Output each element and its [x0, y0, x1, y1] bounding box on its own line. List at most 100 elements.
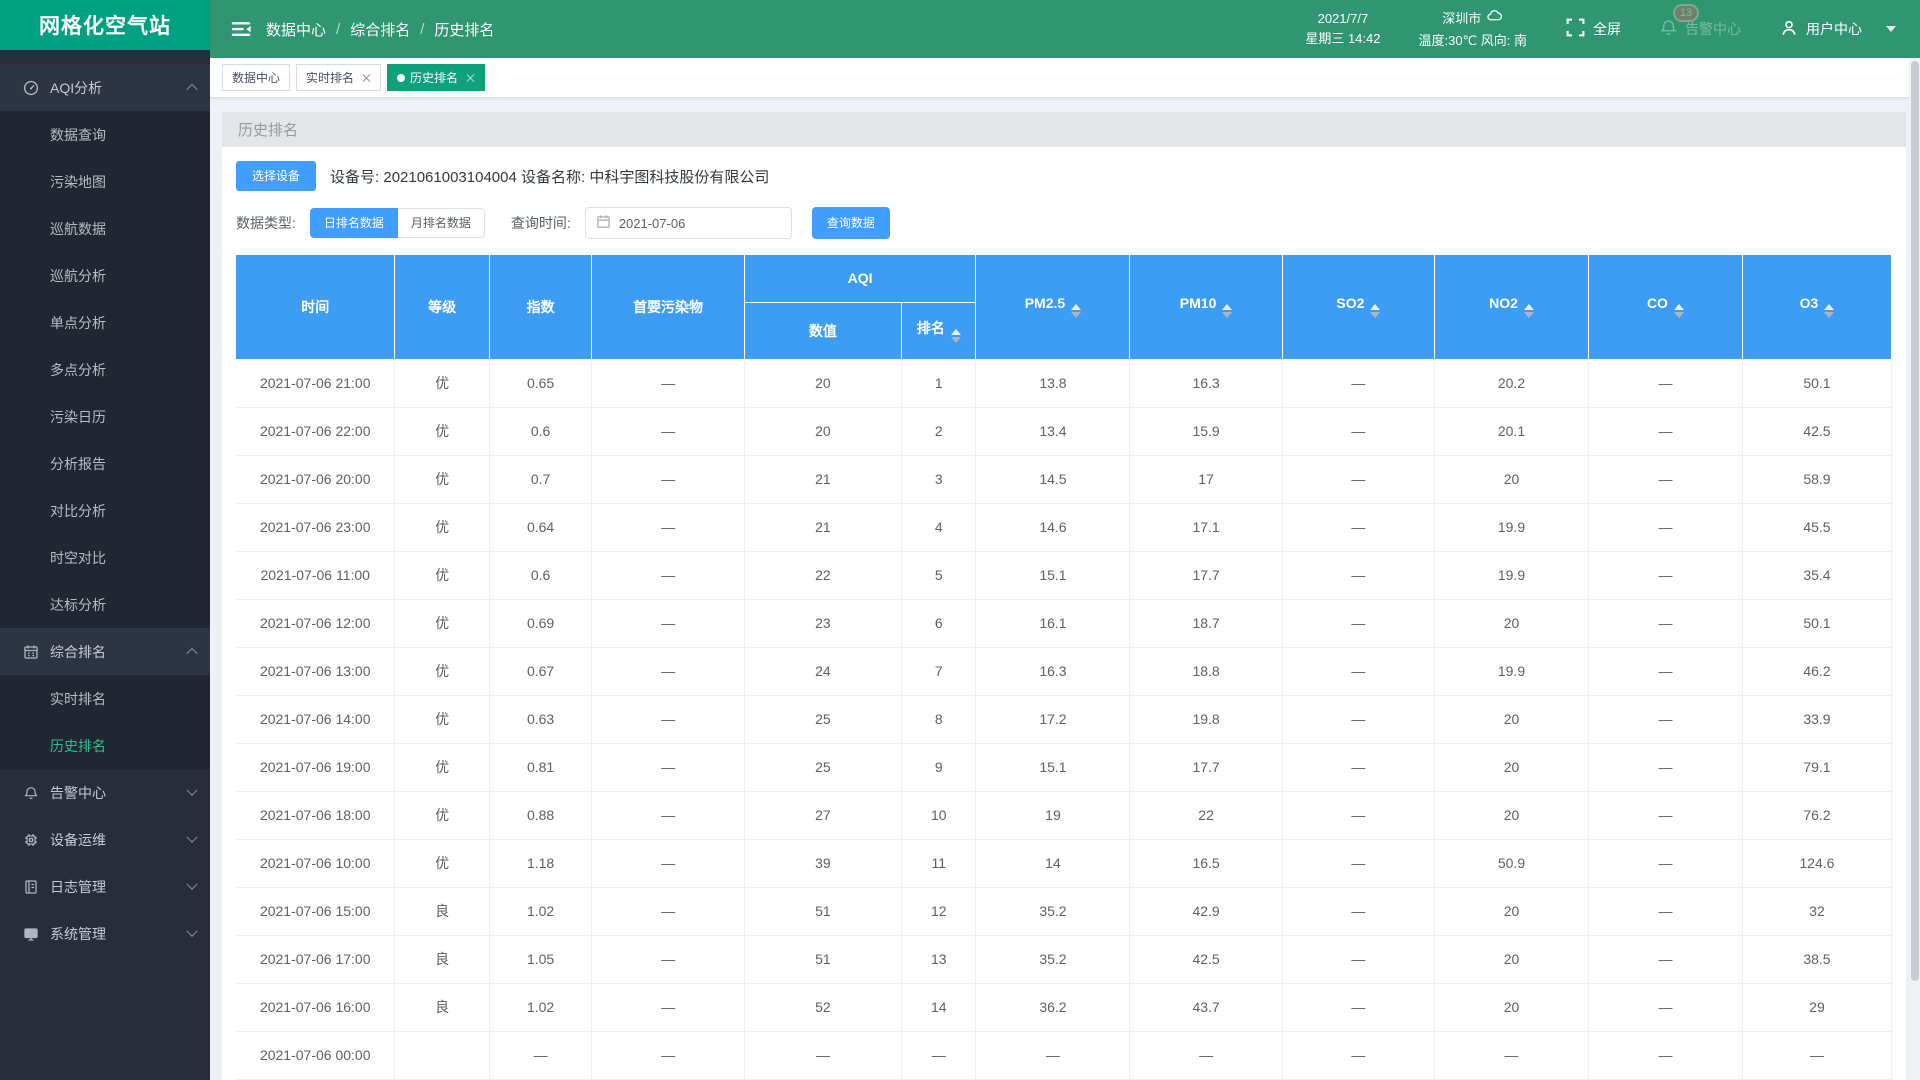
table-cell: —: [1282, 791, 1436, 840]
sidebar-item-aqi-analysis[interactable]: AQI分析: [0, 64, 210, 111]
table-cell: 4: [901, 503, 977, 552]
cloud-icon: [1486, 7, 1503, 30]
app-logo: 网格化空气站: [0, 0, 210, 50]
table-cell: —: [591, 983, 745, 1032]
daily-ranking-button[interactable]: 日排名数据: [309, 208, 398, 238]
sidebar-item-pollution-cal[interactable]: 污染日历: [0, 393, 210, 440]
table-cell: —: [1588, 455, 1743, 504]
tab-label: 实时排名: [306, 71, 355, 85]
sidebar-item-label: 数据查询: [50, 126, 106, 143]
tab-实时排名[interactable]: 实时排名: [296, 64, 382, 91]
column-header-co[interactable]: CO: [1588, 255, 1743, 360]
date-input[interactable]: [618, 215, 781, 231]
table-cell: 1.02: [489, 983, 593, 1032]
column-header-pm10[interactable]: PM10: [1129, 255, 1283, 360]
table-cell: 9: [901, 743, 977, 792]
sidebar-item-multi-point[interactable]: 多点分析: [0, 346, 210, 393]
column-header-so2[interactable]: SO2: [1282, 255, 1436, 360]
table-cell: —: [1588, 551, 1743, 600]
sidebar-item-label: 巡航数据: [50, 220, 106, 237]
sidebar-item-ranking[interactable]: 综合排名: [0, 628, 210, 675]
query-time-label: 查询时间:: [510, 215, 571, 231]
sort-icon[interactable]: [1222, 304, 1233, 319]
table-body: 2021-07-06 21:00 优 0.65—20 1 13.8 16.3—20.2—5…: [236, 359, 1893, 1080]
breadcrumb-item[interactable]: 综合排名: [350, 19, 410, 40]
table-cell: 1.02: [489, 887, 593, 936]
sort-icon[interactable]: [1824, 304, 1835, 319]
column-header-no2[interactable]: NO2: [1434, 255, 1589, 360]
table-cell: —: [489, 1031, 593, 1080]
table-cell: 23: [744, 599, 902, 648]
sort-icon[interactable]: [1523, 304, 1534, 319]
chevron-down-icon[interactable]: [1886, 26, 1896, 32]
column-header-aqi-rank[interactable]: 排名: [901, 302, 977, 360]
table-cell: 20: [1434, 887, 1589, 936]
table-cell: 优: [394, 503, 490, 552]
breadcrumb-item[interactable]: 历史排名: [434, 19, 494, 40]
table-cell: 38.5: [1742, 935, 1893, 984]
close-icon[interactable]: [361, 73, 371, 83]
query-data-button[interactable]: 查询数据: [811, 207, 890, 239]
sidebar-item-realtime-rank[interactable]: 实时排名: [0, 675, 210, 722]
chevron-down-icon: [186, 831, 198, 843]
table-cell: 15.1: [975, 743, 1131, 792]
table-cell: 32: [1742, 887, 1893, 936]
table-cell: —: [591, 695, 745, 744]
sidebar-item-device-ops[interactable]: 设备运维: [0, 816, 210, 863]
sidebar-item-spacetime[interactable]: 时空对比: [0, 534, 210, 581]
user-center-menu[interactable]: 用户中心: [1779, 18, 1862, 41]
table-cell: 0.65: [489, 359, 593, 408]
sort-icon[interactable]: [950, 329, 961, 343]
sidebar-item-standard[interactable]: 达标分析: [0, 581, 210, 628]
active-tab-dot: [397, 73, 406, 82]
sort-icon[interactable]: [1370, 304, 1381, 319]
sidebar-item-cruise-data[interactable]: 巡航数据: [0, 205, 210, 252]
table-cell: 11: [901, 839, 977, 888]
hamburger-icon[interactable]: [224, 12, 258, 46]
fullscreen-button[interactable]: 全屏: [1565, 17, 1621, 41]
date-picker[interactable]: [584, 207, 792, 239]
device-row: 选择设备 设备号: 2021061003104004 设备名称: 中科宇图科技股…: [236, 161, 1892, 191]
tab-历史排名[interactable]: 历史排名: [387, 64, 486, 91]
tab-数据中心[interactable]: 数据中心: [222, 64, 291, 91]
sidebar-item-label: 巡航分析: [50, 267, 106, 284]
sidebar-item-compare-analysis[interactable]: 对比分析: [0, 487, 210, 534]
sidebar-item-history-rank[interactable]: 历史排名: [0, 722, 210, 769]
scrollbar-thumb[interactable]: [1910, 61, 1919, 981]
close-icon[interactable]: [465, 73, 475, 83]
table-cell: 0.63: [489, 695, 593, 744]
sidebar-item-system-mgmt[interactable]: 系统管理: [0, 910, 210, 957]
sidebar-item-single-point[interactable]: 单点分析: [0, 299, 210, 346]
content-area: 历史排名 选择设备 设备号: 2021061003104004 设备名称: 中科…: [210, 98, 1920, 1080]
sidebar-item-alert-center[interactable]: 告警中心: [0, 769, 210, 816]
header-alert-center[interactable]: 告警中心 13: [1659, 4, 1741, 40]
sort-icon[interactable]: [1673, 304, 1684, 319]
column-header-o3[interactable]: O3: [1742, 255, 1893, 360]
chevron-up-icon: [186, 83, 198, 95]
monthly-ranking-button[interactable]: 月排名数据: [397, 208, 485, 238]
sidebar-item-data-analysis[interactable]: 数据分析: [0, 50, 210, 64]
sidebar-item-cruise-analysis[interactable]: 巡航分析: [0, 252, 210, 299]
table-cell: —: [591, 791, 745, 840]
select-device-button[interactable]: 选择设备: [236, 161, 317, 191]
table-cell: 7: [901, 647, 977, 696]
sidebar-item-analysis-report[interactable]: 分析报告: [0, 440, 210, 487]
table-row: 2021-07-06 22:00 优 0.6—20 2 13.4 15.9—20.1—42…: [236, 407, 1893, 456]
sidebar-item-label: 设备运维: [50, 831, 106, 848]
sidebar-item-log-mgmt[interactable]: 日志管理: [0, 863, 210, 910]
ranking-table: 时间 等级 指数 首要污染物 AQI PM2.5 PM10 SO2 NO2 CO…: [236, 255, 1893, 1080]
table-cell: 35.4: [1742, 551, 1893, 600]
column-header-pm25[interactable]: PM2.5: [975, 255, 1131, 360]
table-cell: 2021-07-06 21:00: [236, 359, 396, 408]
table-cell: 1.18: [489, 839, 593, 888]
table-cell: 2: [901, 407, 977, 456]
table-cell: —: [1282, 887, 1436, 936]
table-cell: 16.3: [975, 647, 1131, 696]
table-row: 2021-07-06 13:00 优 0.67—24 7 16.3 18.8—19.9—4…: [236, 647, 1893, 696]
sidebar-item-data-query[interactable]: 数据查询: [0, 111, 210, 158]
sort-icon[interactable]: [1071, 304, 1082, 319]
breadcrumb-item[interactable]: 数据中心: [266, 19, 326, 40]
vertical-scrollbar[interactable]: [1909, 58, 1920, 1080]
table-cell: —: [591, 599, 745, 648]
sidebar-item-pollution-map[interactable]: 污染地图: [0, 158, 210, 205]
